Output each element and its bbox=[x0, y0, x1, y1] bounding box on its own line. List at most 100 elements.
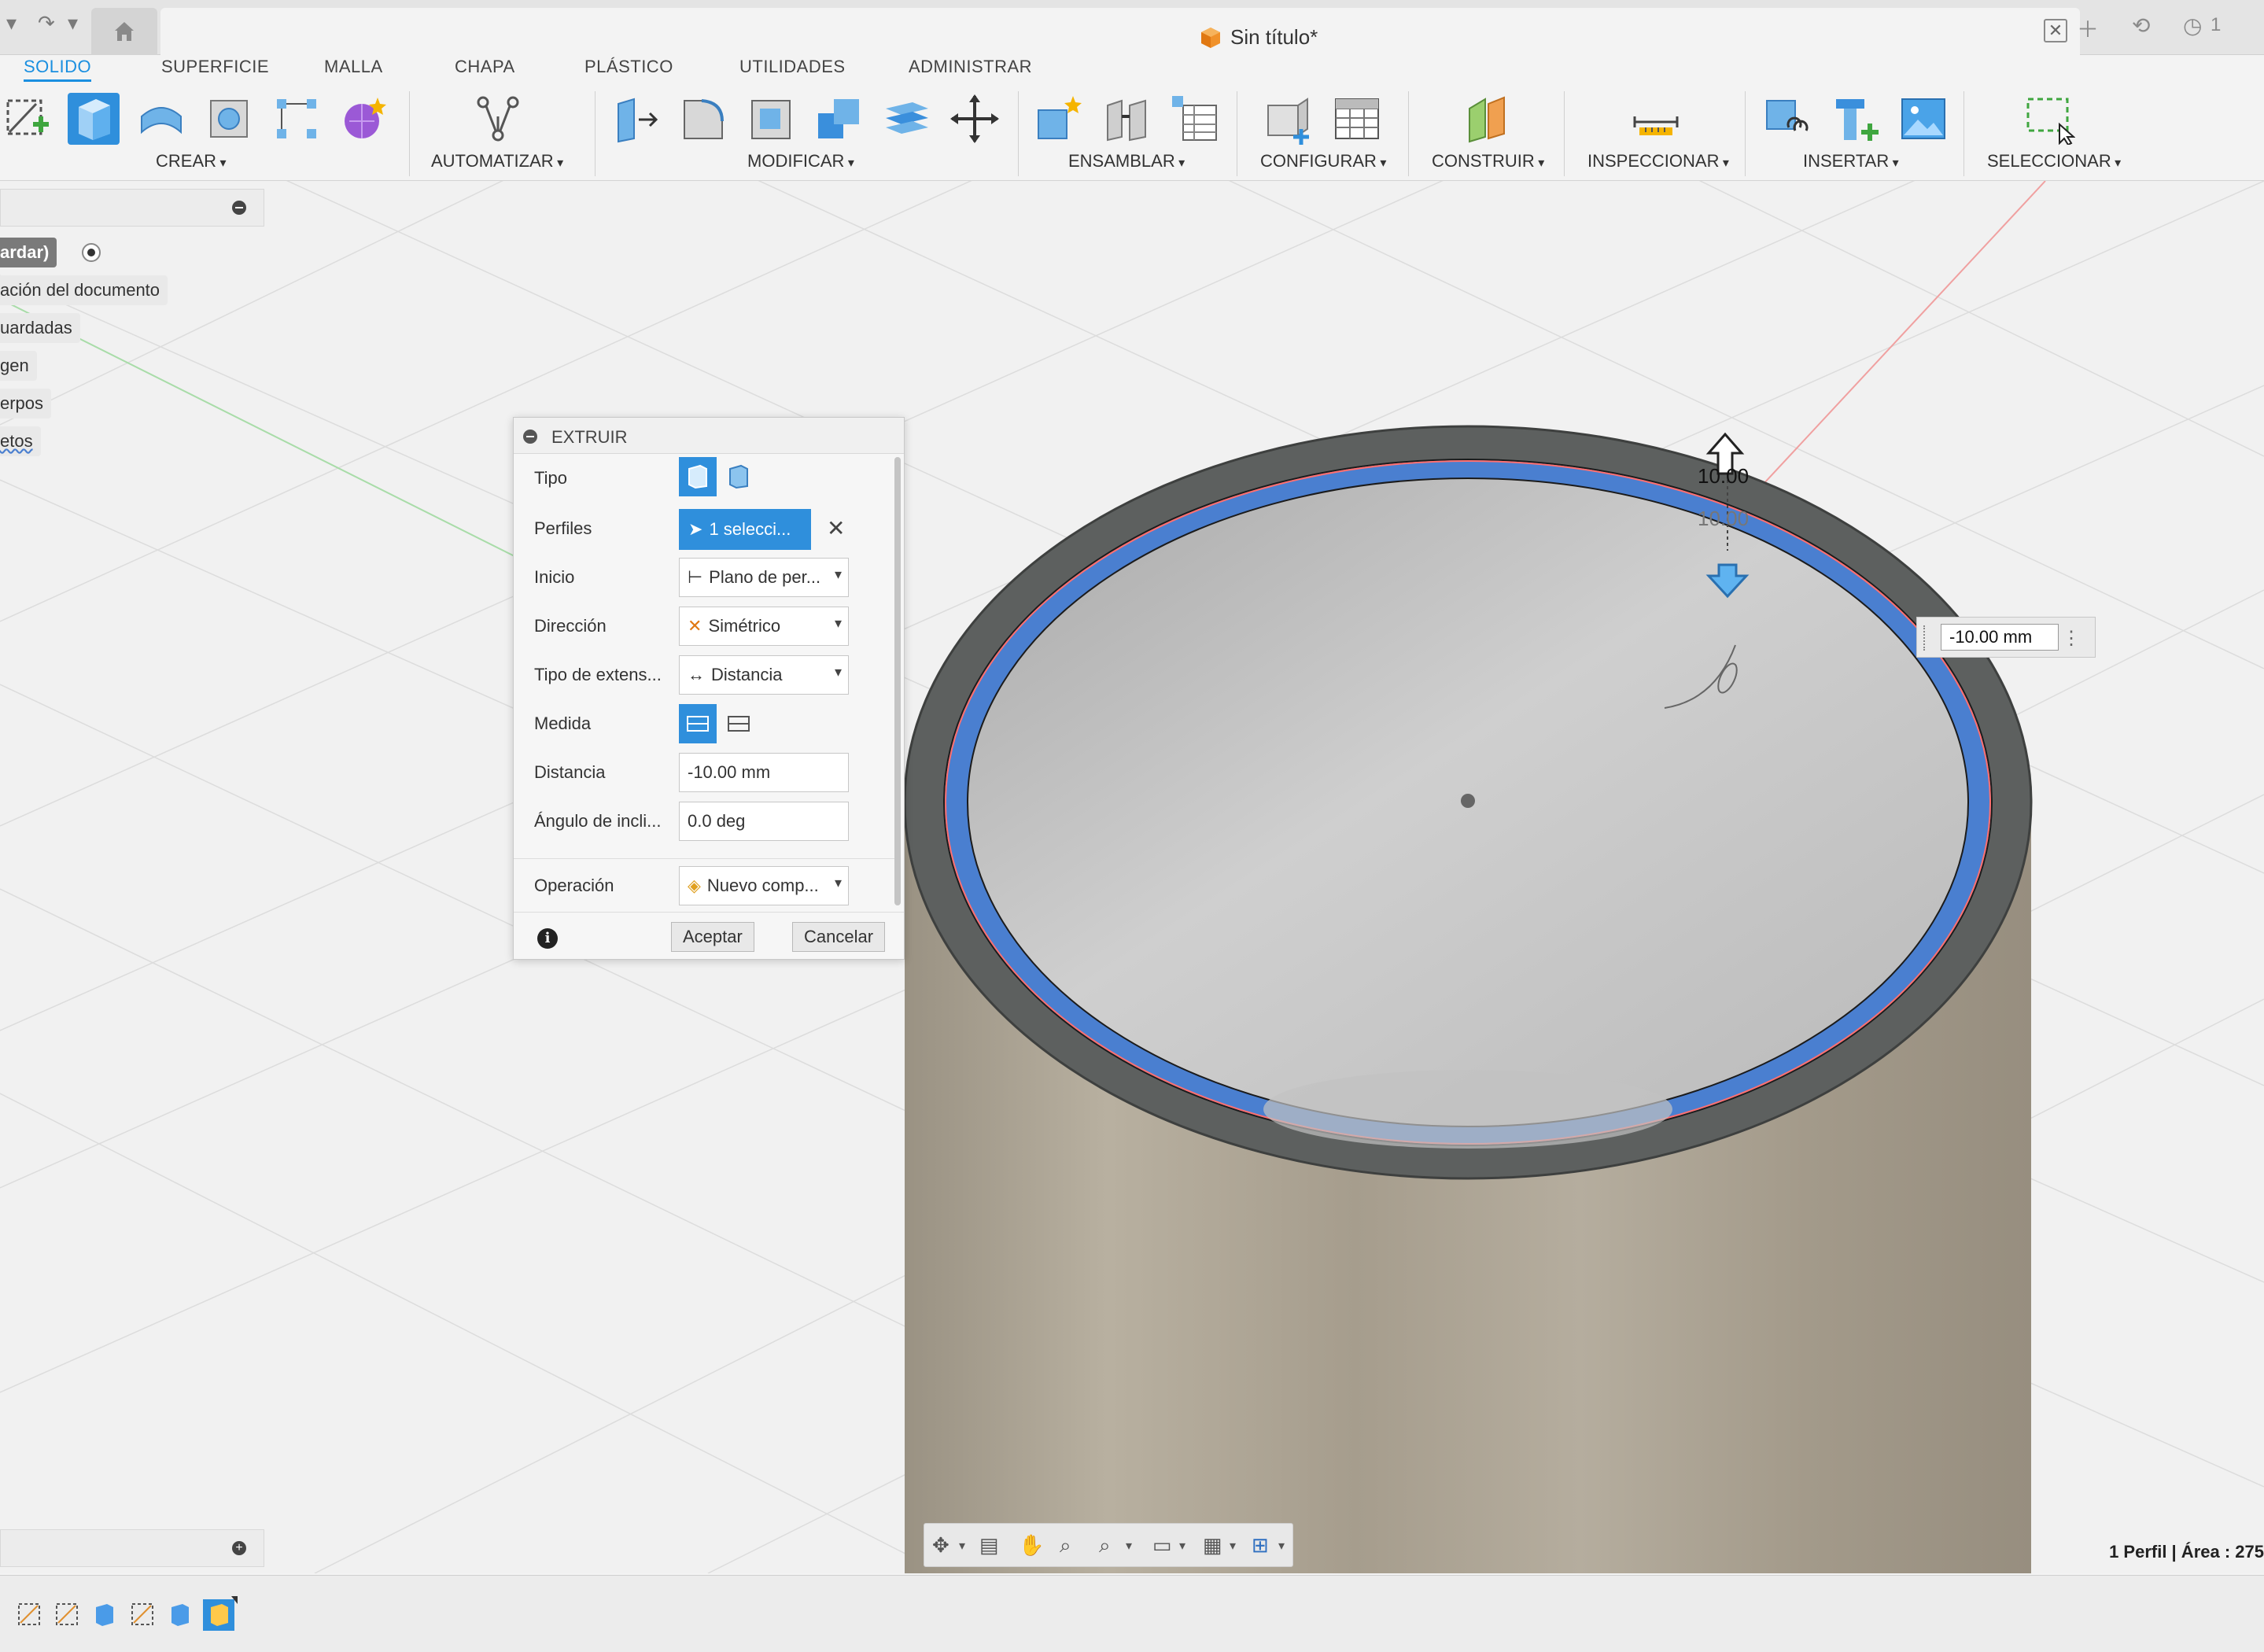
inspeccionar-menu[interactable]: INSPECCIONAR bbox=[1587, 151, 1729, 171]
pattern-icon[interactable] bbox=[271, 93, 323, 145]
dialog-scrollbar[interactable] bbox=[894, 457, 901, 905]
fit-dropdown-icon[interactable]: ▾ bbox=[1126, 1538, 1132, 1554]
construct-plane-icon[interactable] bbox=[1462, 93, 1514, 145]
activate-radio-icon[interactable] bbox=[80, 242, 102, 264]
configure-icon[interactable] bbox=[1262, 93, 1314, 145]
type-solid-button[interactable] bbox=[679, 457, 717, 496]
browser-root-node[interactable]: ardar) bbox=[0, 238, 57, 267]
create-sketch-icon[interactable] bbox=[2, 93, 53, 145]
automate-icon[interactable] bbox=[472, 93, 524, 145]
display-settings-icon[interactable]: ▭ bbox=[1152, 1533, 1172, 1558]
undo-dropdown-icon[interactable]: ▾ bbox=[6, 11, 17, 35]
grid-dropdown-icon[interactable]: ▾ bbox=[1230, 1538, 1236, 1554]
tab-malla[interactable]: MALLA bbox=[324, 57, 383, 77]
browser-item-document-settings[interactable]: ación del documento bbox=[0, 275, 168, 305]
split-body-icon[interactable] bbox=[881, 93, 933, 145]
drag-handle[interactable] bbox=[1923, 625, 1927, 651]
distance-input[interactable]: -10.00 mm bbox=[1941, 624, 2059, 651]
timeline-current-extrude-icon[interactable] bbox=[201, 1596, 238, 1632]
operation-select[interactable]: ◈ Nuevo comp... bbox=[679, 866, 849, 905]
tab-superficie[interactable]: SUPERFICIE bbox=[161, 57, 269, 77]
timeline-extrude-icon[interactable] bbox=[90, 1599, 120, 1629]
extent-type-select[interactable]: ↔ Distancia bbox=[679, 655, 849, 695]
fillet-icon[interactable] bbox=[678, 93, 730, 145]
clear-selection-icon[interactable]: ✕ bbox=[827, 515, 845, 541]
look-at-icon[interactable]: ▤ bbox=[979, 1533, 999, 1558]
combine-icon[interactable] bbox=[813, 93, 865, 145]
extrude-icon[interactable] bbox=[68, 93, 120, 145]
extensions-icon[interactable]: ⟲ bbox=[2132, 13, 2150, 39]
timeline-sketch-icon[interactable] bbox=[14, 1599, 44, 1629]
select-box-icon[interactable] bbox=[2023, 93, 2075, 145]
timeline-sketch-icon[interactable] bbox=[127, 1599, 157, 1629]
insert-derive-icon[interactable] bbox=[1762, 93, 1814, 145]
browser-header[interactable] bbox=[0, 189, 264, 227]
timeline-sketch-icon[interactable] bbox=[52, 1599, 82, 1629]
expand-icon[interactable]: + bbox=[232, 1541, 246, 1555]
tab-utilidades[interactable]: UTILIDADES bbox=[739, 57, 846, 77]
insert-mcmaster-icon[interactable] bbox=[1830, 93, 1882, 145]
tab-administrar[interactable]: ADMINISTRAR bbox=[909, 57, 1032, 77]
pan-icon[interactable]: ✋ bbox=[1019, 1533, 1044, 1558]
configuration-table-icon[interactable] bbox=[1331, 93, 1383, 145]
viewports-dropdown-icon[interactable]: ▾ bbox=[1278, 1538, 1285, 1554]
model-scene[interactable] bbox=[0, 181, 2264, 1573]
create-form-icon[interactable] bbox=[338, 93, 390, 145]
orbit-icon[interactable]: ✥ bbox=[932, 1533, 949, 1558]
ok-button[interactable]: Aceptar bbox=[671, 922, 754, 952]
measure-icon[interactable] bbox=[1630, 93, 1682, 145]
bill-of-materials-icon[interactable] bbox=[1169, 93, 1221, 145]
revolve-icon[interactable] bbox=[135, 93, 187, 145]
tab-solido[interactable]: SOLIDO bbox=[24, 57, 92, 82]
notifications-count[interactable]: 1 bbox=[2211, 14, 2221, 36]
measure-symmetric-button[interactable] bbox=[679, 704, 717, 743]
browser-item-bodies[interactable]: erpos bbox=[0, 389, 52, 419]
browser-item-named-views[interactable]: uardadas bbox=[0, 313, 80, 343]
zoom-icon[interactable]: ⌕ bbox=[1060, 1533, 1071, 1558]
direction-select[interactable]: ✕ Simétrico bbox=[679, 607, 849, 646]
press-pull-icon[interactable] bbox=[610, 93, 662, 145]
new-component-icon[interactable] bbox=[1034, 93, 1086, 145]
configurar-menu[interactable]: CONFIGURAR bbox=[1260, 151, 1386, 171]
browser-item-sketches[interactable]: etos bbox=[0, 426, 41, 456]
seleccionar-menu[interactable]: SELECCIONAR bbox=[1987, 151, 2121, 171]
redo-icon[interactable]: ↷ bbox=[38, 11, 55, 35]
cancel-button[interactable]: Cancelar bbox=[792, 922, 886, 952]
info-icon[interactable]: i bbox=[537, 928, 558, 949]
distance-field[interactable]: -10.00 mm bbox=[679, 753, 849, 792]
viewports-icon[interactable]: ⊞ bbox=[1252, 1533, 1269, 1558]
measure-whole-button[interactable] bbox=[720, 704, 758, 743]
display-dropdown-icon[interactable]: ▾ bbox=[1179, 1538, 1185, 1554]
job-status-icon[interactable]: ◷ bbox=[2183, 13, 2202, 39]
collapse-icon[interactable] bbox=[232, 201, 246, 215]
move-icon[interactable] bbox=[949, 93, 1001, 145]
type-thin-button[interactable] bbox=[720, 457, 758, 496]
modificar-menu[interactable]: MODIFICAR bbox=[747, 151, 854, 171]
fit-icon[interactable]: ⌕ bbox=[1099, 1533, 1111, 1558]
home-tab[interactable] bbox=[91, 8, 157, 55]
crear-menu[interactable]: CREAR bbox=[156, 151, 227, 171]
automatizar-menu[interactable]: AUTOMATIZAR bbox=[431, 151, 563, 171]
insert-canvas-icon[interactable] bbox=[1897, 93, 1949, 145]
hole-icon[interactable] bbox=[203, 93, 255, 145]
tab-plastico[interactable]: PLÁSTICO bbox=[584, 57, 673, 77]
timeline-extrude-icon[interactable] bbox=[165, 1599, 195, 1629]
redo-dropdown-icon[interactable]: ▾ bbox=[68, 11, 78, 35]
grid-settings-icon[interactable]: ▦ bbox=[1203, 1533, 1222, 1558]
orbit-dropdown-icon[interactable]: ▾ bbox=[959, 1538, 965, 1554]
close-tab-icon[interactable]: ✕ bbox=[2044, 19, 2067, 42]
shell-icon[interactable] bbox=[746, 93, 798, 145]
browser-item-origin[interactable]: gen bbox=[0, 351, 37, 381]
taper-angle-field[interactable]: 0.0 deg bbox=[679, 802, 849, 841]
profiles-selection-button[interactable]: ➤ 1 selecci... bbox=[679, 509, 811, 550]
collapse-icon[interactable] bbox=[523, 430, 537, 444]
canvas-viewport[interactable] bbox=[0, 181, 2264, 1573]
insertar-menu[interactable]: INSERTAR bbox=[1803, 151, 1899, 171]
more-options-icon[interactable]: ⋮ bbox=[2062, 627, 2081, 650]
comments-panel-header[interactable]: + bbox=[0, 1529, 264, 1567]
dialog-header[interactable]: EXTRUIR bbox=[514, 418, 904, 454]
start-select[interactable]: ⊢ Plano de per... bbox=[679, 558, 849, 597]
tab-chapa[interactable]: CHAPA bbox=[455, 57, 515, 77]
new-tab-icon[interactable]: ＋ bbox=[2077, 13, 2099, 44]
ensamblar-menu[interactable]: ENSAMBLAR bbox=[1068, 151, 1185, 171]
